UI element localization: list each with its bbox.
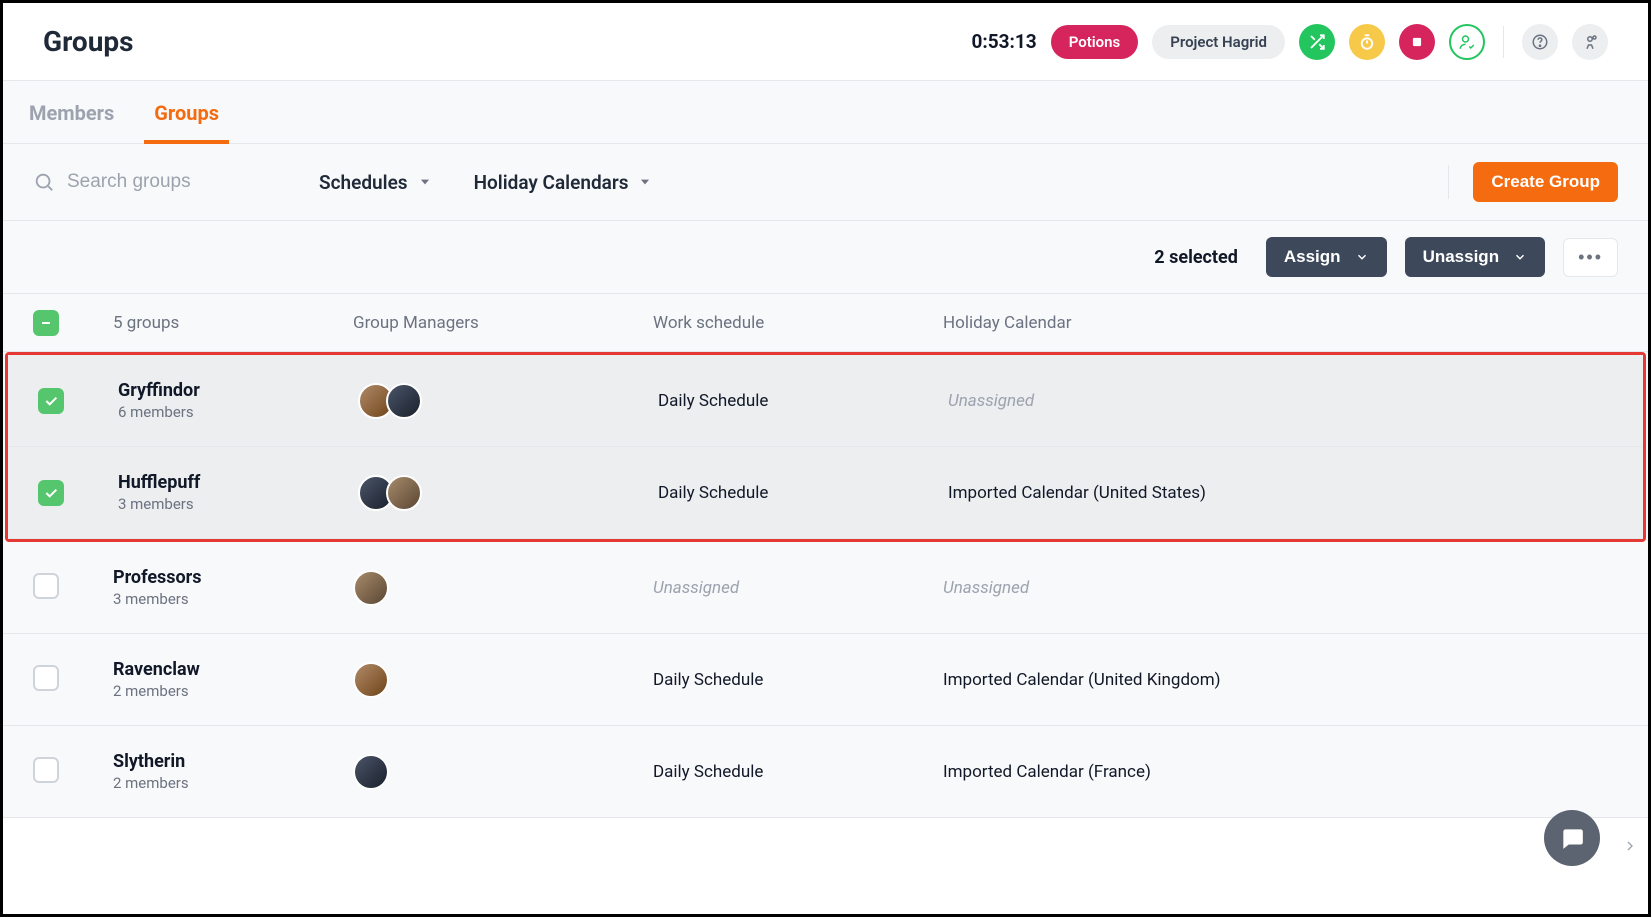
- row-checkbox[interactable]: [33, 757, 59, 783]
- group-member-count: 2 members: [113, 682, 353, 700]
- group-member-count: 3 members: [118, 495, 358, 513]
- search-wrap: [33, 171, 293, 193]
- manager-avatars[interactable]: [353, 570, 653, 606]
- work-schedule-cell: Daily Schedule: [653, 762, 943, 782]
- assign-label: Assign: [1284, 247, 1341, 267]
- col-groups: 5 groups: [113, 313, 353, 333]
- more-actions-button[interactable]: •••: [1563, 238, 1618, 277]
- side-caret-icon[interactable]: [1622, 838, 1638, 854]
- col-schedule: Work schedule: [653, 313, 943, 333]
- manager-avatars[interactable]: [358, 383, 658, 419]
- row-checkbox[interactable]: [33, 573, 59, 599]
- schedules-label: Schedules: [319, 171, 408, 194]
- manager-avatars[interactable]: [358, 475, 658, 511]
- group-name: Gryffindor: [118, 380, 358, 401]
- header-bar: Groups 0:53:13 Potions Project Hagrid: [3, 3, 1648, 81]
- search-input[interactable]: [67, 171, 267, 193]
- holiday-calendar-cell: Unassigned: [943, 578, 1618, 598]
- col-holiday: Holiday Calendar: [943, 313, 1618, 333]
- schedules-dropdown[interactable]: Schedules: [303, 165, 448, 200]
- divider: [1448, 165, 1449, 199]
- avatar: [353, 754, 389, 790]
- group-name: Professors: [113, 567, 353, 588]
- stopwatch-icon[interactable]: [1349, 24, 1385, 60]
- row-checkbox[interactable]: [38, 388, 64, 414]
- group-name: Slytherin: [113, 751, 353, 772]
- manager-avatars[interactable]: [353, 662, 653, 698]
- table-row[interactable]: Gryffindor 6 members Daily ScheduleUnassig…: [8, 355, 1643, 447]
- chevron-down-icon: [1355, 250, 1369, 264]
- filter-bar: Schedules Holiday Calendars Create Group: [3, 144, 1648, 221]
- avatar: [353, 662, 389, 698]
- group-member-count: 3 members: [113, 590, 353, 608]
- avatar: [386, 475, 422, 511]
- group-member-count: 6 members: [118, 403, 358, 421]
- selected-count: 2 selected: [1154, 247, 1238, 268]
- user-check-icon[interactable]: [1449, 24, 1485, 60]
- table-header: 5 groups Group Managers Work schedule Ho…: [3, 294, 1648, 352]
- holiday-calendar-cell: Imported Calendar (United States): [948, 483, 1613, 503]
- group-name: Ravenclaw: [113, 659, 353, 680]
- row-checkbox[interactable]: [33, 665, 59, 691]
- action-bar: 2 selected Assign Unassign •••: [3, 221, 1648, 294]
- shuffle-icon[interactable]: [1299, 24, 1335, 60]
- create-group-button[interactable]: Create Group: [1473, 162, 1618, 202]
- chevron-down-icon: [418, 175, 432, 189]
- work-schedule-cell: Unassigned: [653, 578, 943, 598]
- main-area: Members Groups Schedules Holiday Calenda…: [3, 81, 1648, 818]
- divider: [1503, 26, 1504, 58]
- chat-fab[interactable]: [1544, 810, 1600, 866]
- unassign-label: Unassign: [1423, 247, 1500, 267]
- unassign-button[interactable]: Unassign: [1405, 237, 1546, 277]
- table-row[interactable]: Hufflepuff 3 members Daily ScheduleImporte…: [8, 447, 1643, 539]
- holiday-calendar-cell: Imported Calendar (United Kingdom): [943, 670, 1618, 690]
- chevron-down-icon: [1513, 250, 1527, 264]
- row-checkbox[interactable]: [38, 480, 64, 506]
- col-managers: Group Managers: [353, 313, 653, 333]
- work-schedule-cell: Daily Schedule: [658, 483, 948, 503]
- table-row[interactable]: Professors 3 members UnassignedUnassigned: [3, 542, 1648, 634]
- group-name: Hufflepuff: [118, 472, 358, 493]
- holiday-calendar-cell: Unassigned: [948, 391, 1613, 411]
- search-icon: [33, 171, 55, 193]
- table-body: Gryffindor6 membersDaily ScheduleUnassig…: [3, 352, 1648, 818]
- holiday-calendars-dropdown[interactable]: Holiday Calendars: [458, 165, 669, 200]
- chevron-down-icon: [638, 175, 652, 189]
- header-right: 0:53:13 Potions Project Hagrid: [971, 24, 1608, 60]
- tab-members[interactable]: Members: [29, 101, 114, 143]
- manager-avatars[interactable]: [353, 754, 653, 790]
- assign-button[interactable]: Assign: [1266, 237, 1387, 277]
- select-all-checkbox[interactable]: [33, 310, 59, 336]
- tabs: Members Groups: [3, 81, 1648, 144]
- tab-groups[interactable]: Groups: [154, 101, 219, 143]
- help-icon[interactable]: [1522, 24, 1558, 60]
- work-schedule-cell: Daily Schedule: [653, 670, 943, 690]
- table-row[interactable]: Ravenclaw 2 members Daily ScheduleImported…: [3, 634, 1648, 726]
- highlighted-selection: Gryffindor6 membersDaily ScheduleUnassig…: [5, 352, 1646, 542]
- settings-icon[interactable]: [1572, 24, 1608, 60]
- stop-icon[interactable]: [1399, 24, 1435, 60]
- table-row[interactable]: Slytherin 2 members Daily ScheduleImported…: [3, 726, 1648, 818]
- page-title: Groups: [43, 25, 134, 58]
- timer: 0:53:13: [971, 30, 1036, 53]
- group-member-count: 2 members: [113, 774, 353, 792]
- active-task-pill[interactable]: Potions: [1051, 25, 1139, 59]
- project-pill[interactable]: Project Hagrid: [1152, 25, 1285, 59]
- holidays-label: Holiday Calendars: [474, 171, 629, 194]
- work-schedule-cell: Daily Schedule: [658, 391, 948, 411]
- avatar: [353, 570, 389, 606]
- avatar: [386, 383, 422, 419]
- holiday-calendar-cell: Imported Calendar (France): [943, 762, 1618, 782]
